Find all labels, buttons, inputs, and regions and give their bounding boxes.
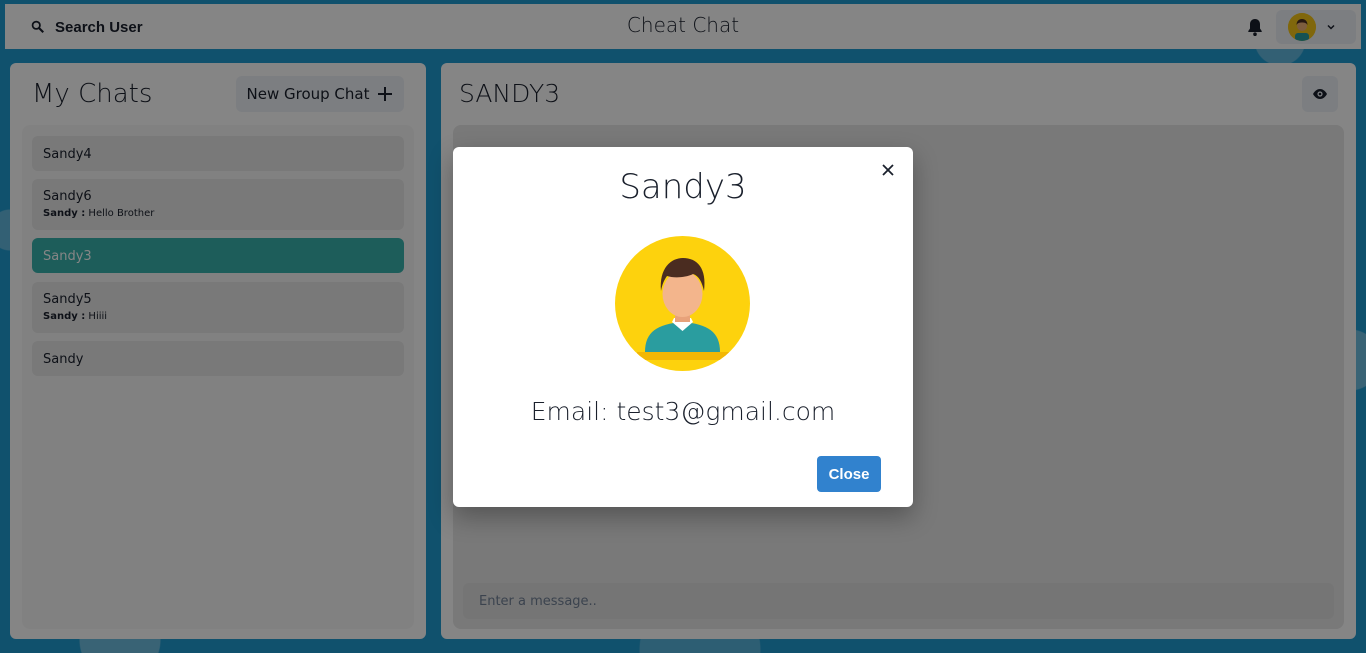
email-text: Email: test3@gmail.com	[530, 397, 836, 426]
close-icon	[882, 164, 894, 176]
modal-close-x-button[interactable]	[877, 159, 899, 181]
profile-modal: Sandy3 Email: test3@gmail.com Close	[453, 147, 913, 507]
modal-title: Sandy3	[619, 167, 747, 207]
close-button[interactable]: Close	[817, 456, 881, 492]
profile-picture	[615, 236, 750, 371]
